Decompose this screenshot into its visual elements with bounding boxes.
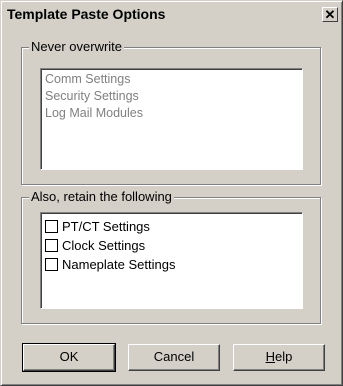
help-label-rest: elp	[275, 349, 293, 364]
clock-settings-label: Clock Settings	[62, 237, 146, 253]
close-button[interactable]: ✕	[322, 7, 338, 22]
pt-ct-settings-label: PT/CT Settings	[62, 218, 150, 234]
help-button[interactable]: Help	[233, 344, 325, 371]
nameplate-settings-option[interactable]: Nameplate Settings	[45, 256, 175, 272]
pt-ct-settings-option[interactable]: PT/CT Settings	[45, 218, 150, 234]
retain-options-list: PT/CT Settings Clock Settings Nameplate …	[40, 212, 303, 309]
list-item-comm-settings: Comm Settings	[45, 72, 131, 86]
list-item-log-mail-modules: Log Mail Modules	[45, 106, 143, 120]
help-mnemonic: H	[265, 349, 276, 364]
retain-label: Also, retain the following	[29, 189, 174, 204]
never-overwrite-group: Never overwrite Comm Settings Security S…	[21, 39, 321, 185]
window-title: Template Paste Options	[7, 6, 166, 22]
ok-button[interactable]: OK	[22, 343, 116, 372]
template-paste-options-dialog: Template Paste Options ✕ Never overwrite…	[0, 0, 343, 386]
title-bar: Template Paste Options ✕	[3, 3, 340, 26]
clock-settings-checkbox[interactable]	[45, 238, 58, 252]
cancel-button[interactable]: Cancel	[128, 344, 220, 371]
close-icon: ✕	[324, 7, 336, 22]
never-overwrite-list[interactable]: Comm Settings Security Settings Log Mail…	[40, 68, 303, 170]
never-overwrite-label: Never overwrite	[29, 39, 125, 54]
nameplate-settings-checkbox[interactable]	[45, 257, 58, 271]
list-item-security-settings: Security Settings	[45, 89, 139, 103]
pt-ct-settings-checkbox[interactable]	[45, 219, 58, 233]
nameplate-settings-label: Nameplate Settings	[62, 256, 176, 272]
retain-group: Also, retain the following PT/CT Setting…	[21, 189, 321, 324]
clock-settings-option[interactable]: Clock Settings	[45, 237, 145, 253]
